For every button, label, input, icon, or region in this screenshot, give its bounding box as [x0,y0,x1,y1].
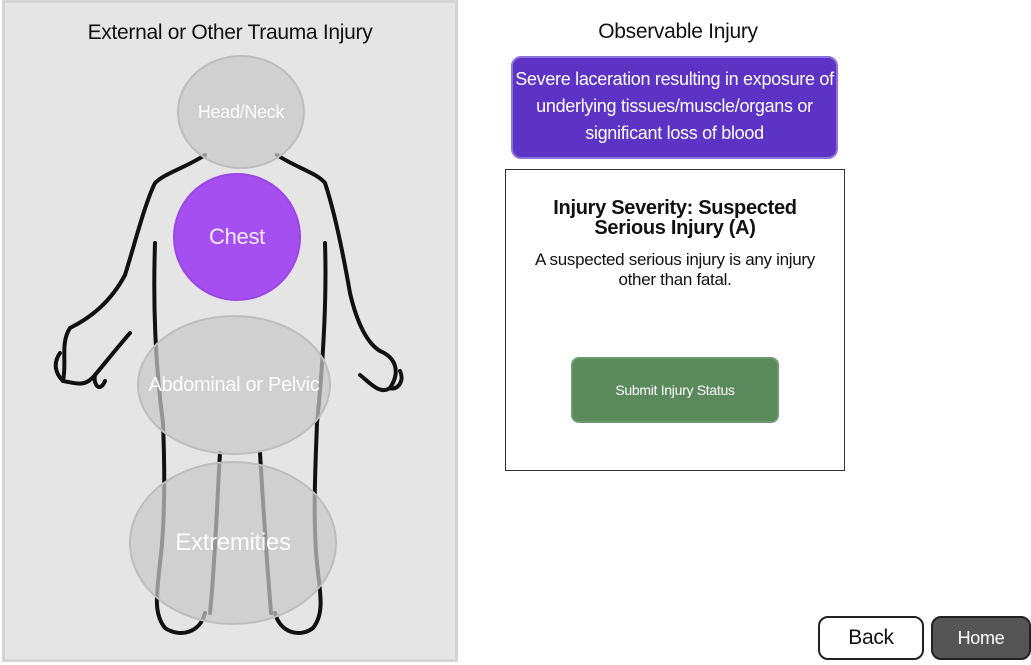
chest-zone-label: Chest [209,224,265,249]
observable-injury-selection[interactable]: Severe laceration resulting in exposure … [511,56,838,159]
body-map-panel: External or Other Trauma Injury Head/Nec… [2,0,458,662]
head-neck-zone-label: Head/Neck [197,101,285,122]
severity-card: Injury Severity: Suspected Serious Injur… [505,169,845,471]
extremities-zone[interactable]: Extremities [129,461,337,625]
observable-injury-title: Observable Injury [598,20,758,43]
head-neck-zone[interactable]: Head/Neck [177,55,305,169]
severity-description: A suspected serious injury is any injury… [535,250,815,289]
abdominal-pelvic-zone-label: Abdominal or Pelvic [148,373,320,396]
severity-title: Injury Severity: Suspected Serious Injur… [553,197,797,239]
submit-injury-status-button[interactable]: Submit Injury Status [571,357,779,423]
abdominal-pelvic-zone[interactable]: Abdominal or Pelvic [137,315,331,455]
extremities-zone-label: Extremities [175,529,291,556]
chest-zone[interactable]: Chest [173,173,301,301]
home-button[interactable]: Home [931,616,1031,660]
back-button[interactable]: Back [818,616,924,660]
